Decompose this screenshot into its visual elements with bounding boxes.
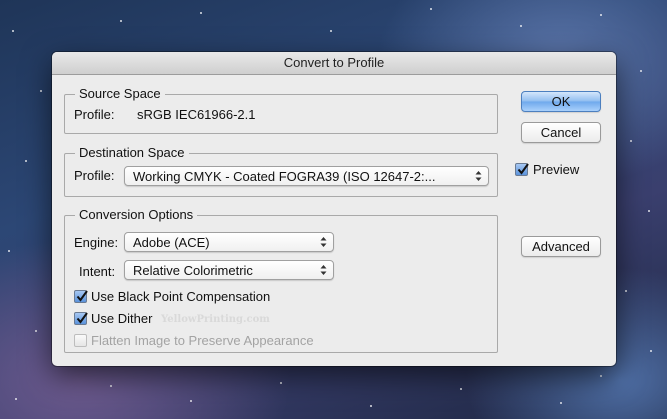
engine-value: Adobe (ACE) xyxy=(133,235,210,250)
destination-profile-label: Profile: xyxy=(74,168,115,183)
conversion-options-group: Conversion Options Engine: Adobe (ACE) I… xyxy=(64,207,498,353)
preview-checkbox[interactable] xyxy=(515,163,529,176)
checkmark-icon xyxy=(517,163,529,175)
flatten-image-label: Flatten Image to Preserve Appearance xyxy=(91,333,314,348)
checkmark-icon xyxy=(76,290,88,302)
popup-arrows-icon xyxy=(320,237,327,247)
intent-value: Relative Colorimetric xyxy=(133,263,253,278)
source-space-group: Source Space Profile: sRGB IEC61966-2.1 xyxy=(64,86,498,134)
preview-label[interactable]: Preview xyxy=(533,162,579,177)
dither-checkbox[interactable] xyxy=(74,312,88,325)
destination-profile-popup[interactable]: Working CMYK - Coated FOGRA39 (ISO 12647… xyxy=(124,166,489,186)
flatten-image-checkbox xyxy=(74,334,87,347)
source-space-legend: Source Space xyxy=(75,86,165,102)
black-point-checkbox[interactable] xyxy=(74,290,88,303)
ok-button[interactable]: OK xyxy=(521,91,601,112)
conversion-options-legend: Conversion Options xyxy=(75,207,198,223)
engine-popup[interactable]: Adobe (ACE) xyxy=(124,232,334,252)
convert-to-profile-dialog: Convert to Profile Source Space Profile:… xyxy=(52,52,616,366)
intent-label: Intent: xyxy=(79,264,116,279)
popup-arrows-icon xyxy=(320,265,327,275)
source-profile-value: sRGB IEC61966-2.1 xyxy=(137,107,256,122)
destination-space-group: Destination Space Profile: Working CMYK … xyxy=(64,145,498,197)
engine-label: Engine: xyxy=(74,235,119,250)
black-point-label[interactable]: Use Black Point Compensation xyxy=(91,289,270,304)
cancel-button[interactable]: Cancel xyxy=(521,122,601,143)
dialog-title: Convert to Profile xyxy=(52,52,616,75)
intent-popup[interactable]: Relative Colorimetric xyxy=(124,260,334,280)
dither-label[interactable]: Use Dither xyxy=(91,311,152,326)
popup-arrows-icon xyxy=(475,171,482,181)
advanced-button[interactable]: Advanced xyxy=(521,236,601,257)
destination-profile-value: Working CMYK - Coated FOGRA39 (ISO 12647… xyxy=(133,169,436,184)
checkmark-icon xyxy=(76,312,88,324)
watermark-text: YellowPrinting.com xyxy=(161,314,270,325)
destination-space-legend: Destination Space xyxy=(75,145,189,161)
source-profile-label: Profile: xyxy=(74,107,115,122)
